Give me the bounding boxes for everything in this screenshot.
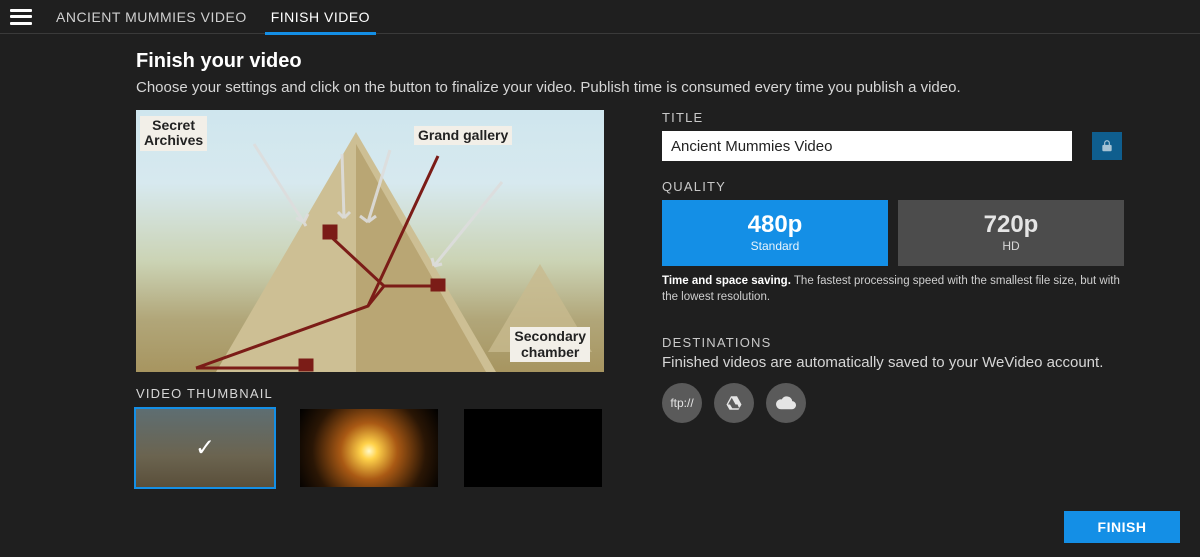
destination-google-drive[interactable] [714,383,754,423]
thumb-pyramid[interactable]: ✓ [136,409,274,487]
finish-page: Finish your video Choose your settings a… [0,34,1200,487]
right-column: TITLE QUALITY 480p Standard 720p HD [662,110,1132,487]
destination-onedrive[interactable] [766,383,806,423]
preview-label-secret: Secret Archives [140,116,207,151]
video-preview: Secret Archives Grand gallery Secondary … [136,110,604,372]
quality-note: Time and space saving. The fastest proce… [662,274,1124,305]
tab-ancient-mummies[interactable]: ANCIENT MUMMIES VIDEO [56,0,247,34]
finish-button[interactable]: FINISH [1064,511,1180,543]
preview-label-secret-2: Archives [144,132,203,148]
page-title: Finish your video [136,50,1200,73]
destination-ftp[interactable]: ftp:// [662,383,702,423]
privacy-lock-button[interactable] [1092,132,1122,160]
thumb-black[interactable] [464,409,602,487]
thumb-starburst[interactable] [300,409,438,487]
check-icon: ✓ [195,434,215,463]
title-label: TITLE [662,110,1132,125]
lock-icon [1100,139,1114,153]
title-input[interactable] [662,131,1072,161]
menu-icon[interactable] [10,9,32,25]
destinations-row: ftp:// [662,383,1132,423]
tab-finish-video[interactable]: FINISH VIDEO [271,0,370,34]
thumbnail-header: VIDEO THUMBNAIL [136,386,606,401]
destinations-label: DESTINATIONS [662,335,1132,350]
quality-720p[interactable]: 720p HD [898,200,1124,266]
preview-label-secondary-2: chamber [521,344,579,360]
quality-720p-sub: HD [1002,239,1019,253]
preview-label-secondary: Secondary chamber [510,327,590,362]
preview-label-secondary-1: Secondary [514,328,586,344]
google-drive-icon [725,394,743,412]
preview-label-grand: Grand gallery [414,126,512,145]
quality-options: 480p Standard 720p HD [662,200,1132,266]
ftp-label: ftp:// [670,396,693,410]
quality-note-strong: Time and space saving. [662,275,791,287]
cloud-icon [776,396,796,410]
quality-720p-res: 720p [984,213,1039,237]
quality-480p[interactable]: 480p Standard [662,200,888,266]
preview-label-secret-1: Secret [152,117,195,133]
thumbnail-list: ✓ [136,409,606,487]
left-column: Secret Archives Grand gallery Secondary … [136,110,606,487]
destinations-desc: Finished videos are automatically saved … [662,354,1132,371]
quality-480p-res: 480p [748,213,803,237]
quality-label: QUALITY [662,179,1132,194]
page-description: Choose your settings and click on the bu… [136,79,1036,96]
quality-480p-sub: Standard [751,239,800,253]
top-bar: ANCIENT MUMMIES VIDEO FINISH VIDEO [0,0,1200,34]
